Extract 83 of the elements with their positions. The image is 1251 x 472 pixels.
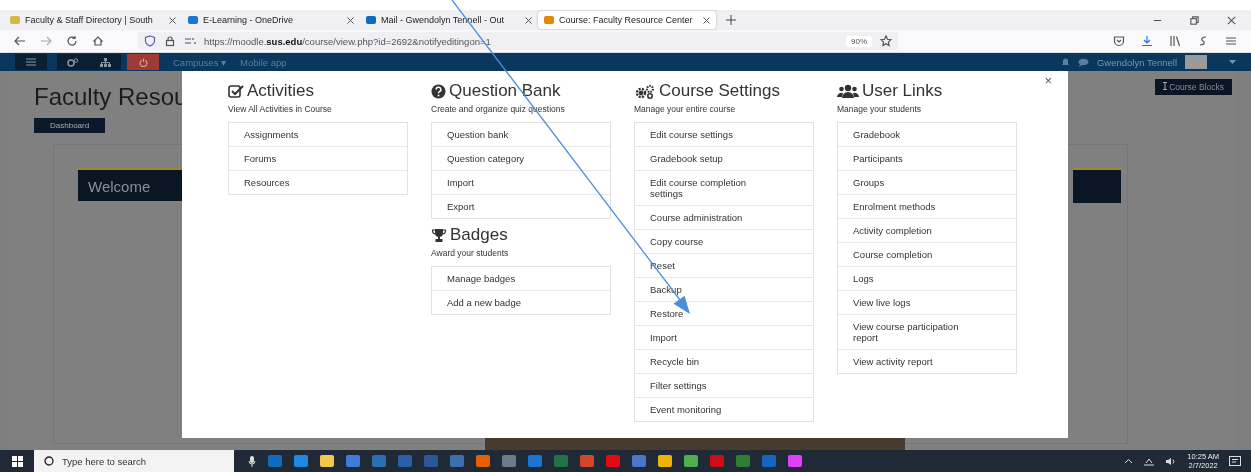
chat-icon[interactable]: [1077, 57, 1089, 67]
library-icon: [1169, 35, 1181, 47]
trophy-icon: [431, 227, 447, 243]
lock-icon: [164, 35, 176, 47]
reload-icon: [66, 35, 78, 47]
gears-icon: [67, 57, 79, 67]
browser-tab[interactable]: Course: Faculty Resource Center: [538, 11, 716, 29]
back-icon: [14, 35, 26, 47]
caret-icon[interactable]: [1229, 60, 1236, 64]
banner-strip: [1073, 168, 1121, 203]
taskbar-app-icon[interactable]: [658, 455, 672, 467]
menu-icon: [26, 58, 36, 66]
section-subtitle: View All Activities in Course: [228, 104, 333, 114]
dashboard-button[interactable]: Dashboard: [34, 118, 106, 133]
shield-icon: [144, 35, 156, 47]
section-title: Badges: [450, 225, 508, 245]
sitemap-icon: [99, 57, 111, 67]
menu-icon: [1225, 35, 1237, 47]
section-subtitle: Manage your entire course: [634, 104, 737, 114]
browser-tab[interactable]: Faculty & Staff Directory | South: [4, 11, 182, 29]
notifications-icon[interactable]: [1229, 455, 1241, 467]
section-title: Course Settings: [659, 81, 780, 101]
taskbar-app-icon[interactable]: [398, 455, 412, 467]
taskbar-app-icon[interactable]: [424, 455, 438, 467]
section-title: Activities: [247, 81, 315, 101]
home-icon: [92, 35, 104, 47]
taskbar-app-icon[interactable]: [580, 455, 594, 467]
pocket-icon: [1113, 35, 1125, 47]
plus-icon: [726, 15, 736, 25]
settings-button[interactable]: [57, 54, 89, 70]
taskbar-app-icon[interactable]: [372, 455, 386, 467]
power-icon: [138, 57, 148, 67]
taskbar-app-icon[interactable]: [632, 455, 646, 467]
volume-icon[interactable]: [1165, 456, 1178, 466]
permissions-icon: [184, 35, 196, 47]
close-icon[interactable]: [525, 16, 532, 24]
taskbar-app-icon[interactable]: [788, 455, 802, 467]
taskbar-app-icon[interactable]: [346, 455, 360, 467]
taskbar-app-icon[interactable]: [684, 455, 698, 467]
zoom-level[interactable]: 90%: [846, 35, 872, 47]
microphone-icon[interactable]: [248, 455, 256, 467]
gears-icon: [634, 83, 656, 99]
bell-icon[interactable]: [1060, 57, 1070, 67]
menu-button[interactable]: [15, 54, 47, 70]
close-icon: [1226, 14, 1237, 26]
section-title: User Links: [862, 81, 943, 101]
close-icon[interactable]: [347, 16, 354, 24]
section-subtitle: Manage your students: [837, 104, 923, 114]
user-name[interactable]: Gwendolyn Tennell: [1096, 56, 1177, 68]
taskbar-app-icon[interactable]: [762, 455, 776, 467]
close-icon[interactable]: [169, 16, 176, 24]
forward-icon: [40, 35, 52, 47]
taskbar-app-icon[interactable]: [554, 455, 568, 467]
taskbar-search-field[interactable]: Type here to search: [34, 450, 234, 472]
windows-icon[interactable]: [11, 455, 23, 467]
taskbar-app-icon[interactable]: [450, 455, 464, 467]
checkbox-icon: [228, 84, 244, 98]
network-icon[interactable]: [1143, 456, 1156, 466]
taskbar-app-icon[interactable]: [320, 455, 334, 467]
taskbar-app-icon[interactable]: [710, 455, 724, 467]
close-button[interactable]: ×: [1042, 73, 1054, 88]
taskbar-app-icon[interactable]: [502, 455, 516, 467]
close-icon[interactable]: [703, 16, 710, 24]
browser-tab[interactable]: E-Learning - OneDrive: [182, 11, 360, 29]
bookmark-star-icon: [880, 35, 892, 47]
course-blocks-button[interactable]: Course Blocks: [1154, 79, 1232, 95]
chevron-up-icon[interactable]: [1124, 458, 1134, 464]
taskbar-app-icon[interactable]: [476, 455, 490, 467]
section-title: Question Bank: [449, 81, 561, 101]
section-subtitle: Award your students: [431, 248, 510, 258]
sync-icon: [1197, 35, 1209, 47]
restore-icon: [1189, 14, 1200, 26]
taskbar-app-icon[interactable]: [268, 455, 282, 467]
download-icon: [1141, 35, 1153, 47]
taskbar-app-icon[interactable]: [606, 455, 620, 467]
users-icon: [837, 83, 859, 99]
taskbar-app-icon[interactable]: [528, 455, 542, 467]
question-icon: [431, 83, 446, 99]
taskbar-app-icon[interactable]: [294, 455, 308, 467]
taskbar-app-icon[interactable]: [736, 455, 750, 467]
power-button[interactable]: [127, 54, 159, 70]
text-cursor-icon: [1162, 82, 1167, 90]
sitemap-button[interactable]: [89, 54, 121, 70]
